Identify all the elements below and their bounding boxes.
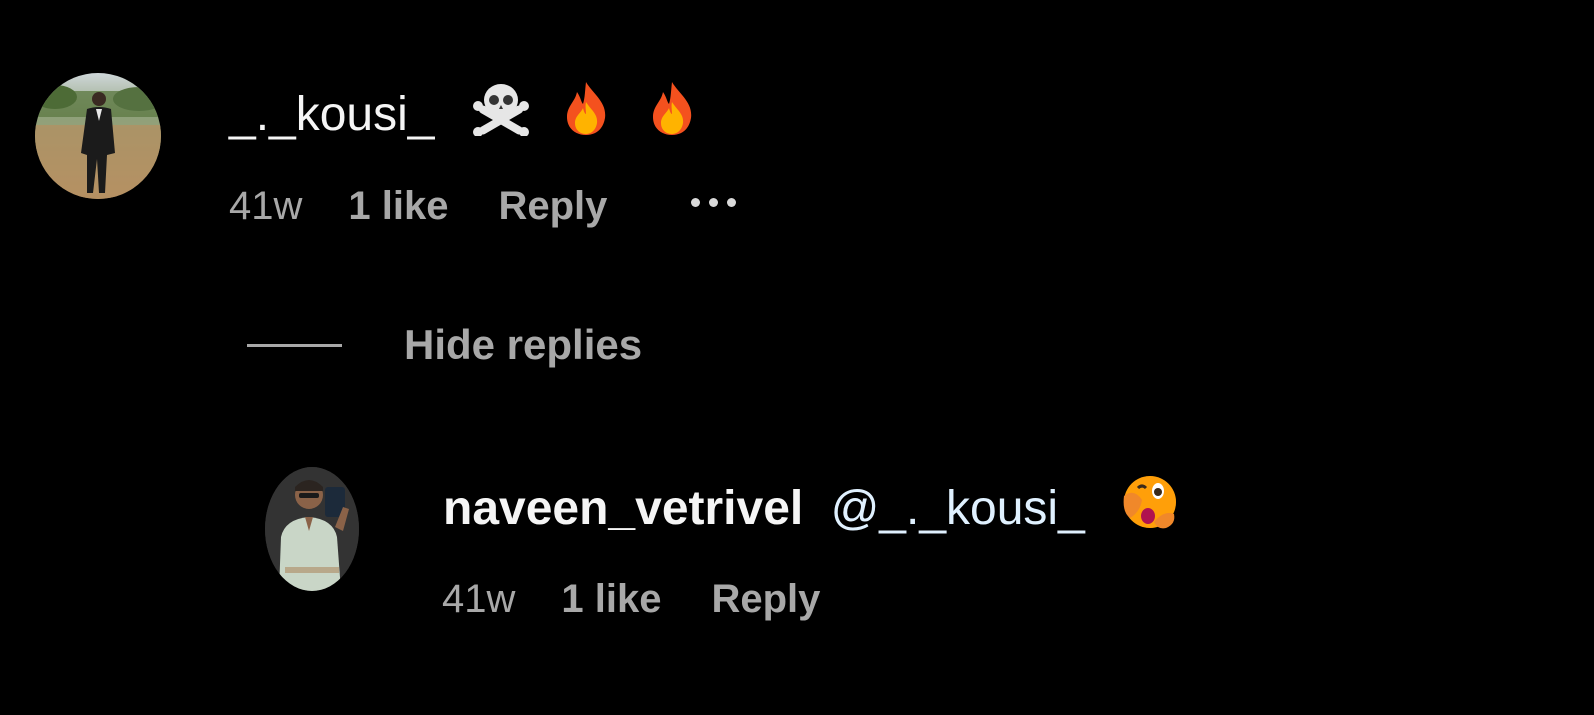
comment-username[interactable]: _._kousi_ — [229, 88, 434, 141]
reply-text-row: naveen_vetrivel @_._kousi_ — [443, 474, 1180, 537]
reply-meta-row: 41w 1 like Reply — [442, 575, 820, 623]
hide-replies-label: Hide replies — [404, 321, 643, 368]
more-options-icon[interactable] — [691, 178, 737, 226]
avatar[interactable] — [35, 73, 161, 199]
reply-mention-link[interactable]: @_._kousi_ — [831, 482, 1085, 535]
fire-icon — [649, 80, 695, 136]
avatar[interactable] — [265, 467, 359, 591]
reply-timestamp: 41w — [442, 577, 516, 621]
comment-likes-link[interactable]: 1 like — [348, 182, 448, 230]
reply-button[interactable]: Reply — [498, 182, 607, 230]
comment-timestamp: 41w — [229, 184, 303, 228]
comment-meta-row: 41w 1 like Reply — [229, 182, 737, 230]
comments-panel: _._kousi_ 41w 1 like Reply Hide replies … — [0, 0, 1594, 715]
divider-line — [247, 343, 342, 347]
reply-button[interactable]: Reply — [711, 575, 820, 623]
skull-and-crossbones-icon — [472, 80, 530, 136]
face-hand-over-mouth-icon — [1120, 474, 1180, 530]
comment-text-row: _._kousi_ — [229, 80, 695, 143]
reply-username[interactable]: naveen_vetrivel — [443, 482, 803, 535]
fire-icon — [563, 80, 609, 136]
hide-replies-button[interactable]: Hide replies — [247, 320, 642, 370]
reply-likes-link[interactable]: 1 like — [561, 575, 661, 623]
